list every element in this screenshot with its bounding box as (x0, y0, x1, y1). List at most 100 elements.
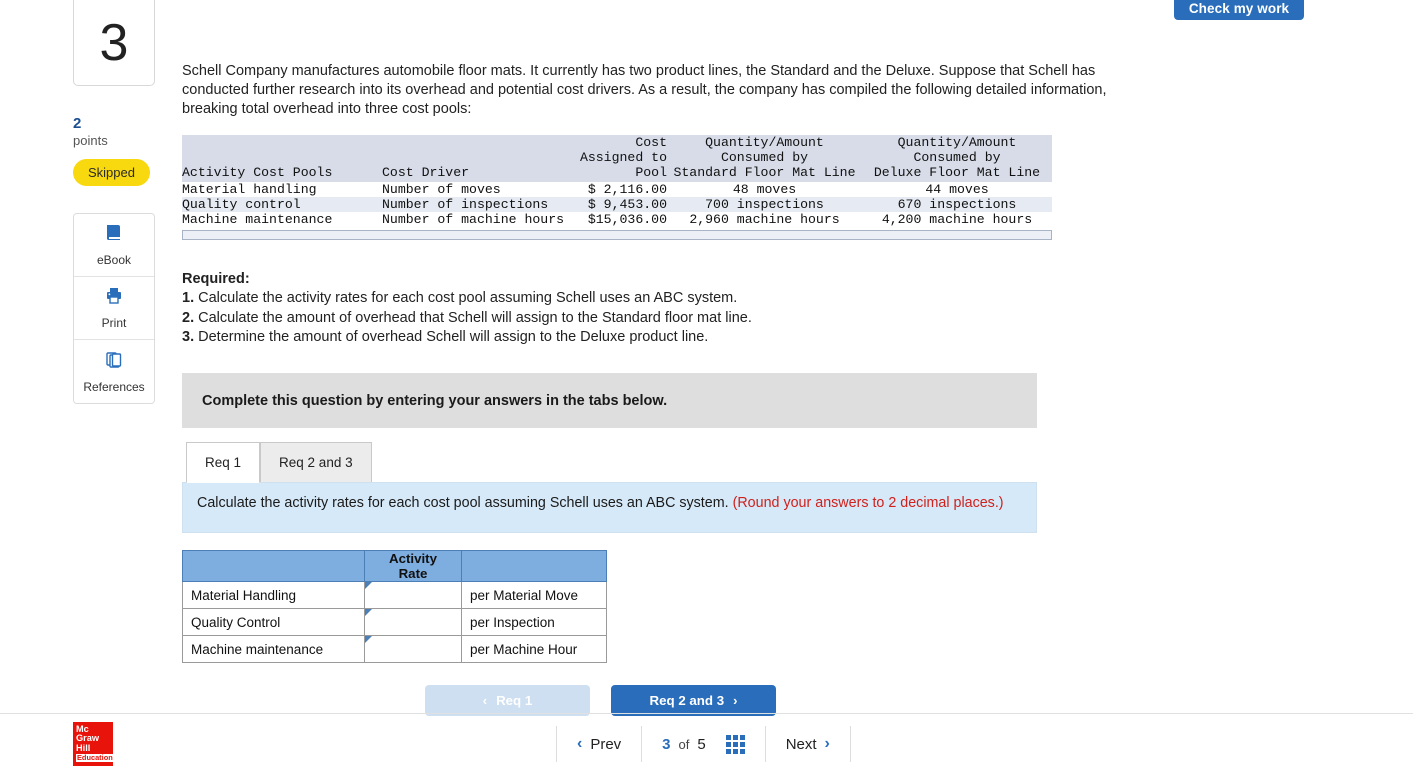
dt-h3-pools: Activity Cost Pools (182, 164, 382, 182)
next-page-label: Next (785, 735, 817, 753)
required-title: Required: (182, 270, 250, 287)
dt-r0-c1: Number of moves (382, 181, 501, 197)
chevron-right-icon: › (733, 693, 738, 709)
answer-row-0-input-cell[interactable] (364, 581, 462, 610)
table-row: Material Handling per Material Move (182, 581, 607, 610)
chevron-right-icon: › (824, 735, 830, 752)
print-label: Print (101, 316, 127, 331)
tab-req-2-and-3[interactable]: Req 2 and 3 (260, 442, 372, 483)
required-item-1-text: Calculate the activity rates for each co… (198, 290, 738, 307)
answer-row-1-input-cell[interactable] (364, 608, 462, 637)
dt-r1-c2: $ 9,453.00 (587, 196, 667, 212)
dt-h2-std: Consumed by (667, 149, 862, 165)
answer-row-2-input-cell[interactable] (364, 635, 462, 664)
answer-row-2-label: Machine maintenance (182, 635, 365, 664)
table-row: Quality control Number of inspections $ … (182, 196, 1052, 212)
current-page-number: 3 (662, 735, 671, 753)
dt-r2-c4: 4,200 machine hours (881, 211, 1033, 227)
table-row: Material handling Number of moves $ 2,11… (182, 181, 1052, 197)
answer-col-activity-rate: Activity Rate (364, 550, 462, 583)
grid-view-icon[interactable] (725, 734, 745, 754)
references-label: References (83, 379, 145, 394)
required-item-1: 1. Calculate the activity rates for each… (182, 289, 1182, 308)
answer-col-blank-right (461, 550, 607, 583)
question-body: Schell Company manufactures automobile f… (182, 0, 1182, 717)
dt-r2-c3: 2,960 machine hours (689, 211, 840, 227)
dt-r2-c2: $15,036.00 (587, 211, 667, 227)
question-number: 3 (73, 0, 155, 86)
check-my-work-button[interactable]: Check my work (1174, 0, 1304, 20)
complete-question-banner: Complete this question by entering your … (182, 373, 1037, 429)
required-item-2-num: 2. (182, 309, 195, 326)
footer-navigation: ‹ Prev 3 of 5 Next › (556, 722, 851, 766)
dt-h3-cost: Pool (567, 164, 667, 182)
activity-rate-input-material-handling[interactable] (373, 583, 453, 607)
ebook-button[interactable]: eBook (74, 214, 154, 278)
dt-h2-cost: Assigned to (567, 149, 667, 165)
answer-row-1-suffix: per Inspection (461, 608, 607, 637)
dt-r1-c3: 700 inspections (705, 196, 824, 212)
mcgraw-hill-logo: Mc Graw Hill Education (73, 722, 114, 766)
question-rail: 3 2 points Skipped eBook Print Reference… (73, 0, 155, 405)
logo-line-3: Hill (76, 742, 91, 753)
req-next-button[interactable]: Req 2 and 3 › (611, 685, 776, 717)
dt-h3-std: Standard Floor Mat Line (667, 164, 862, 182)
table-row: Machine maintenance Number of machine ho… (182, 211, 1052, 227)
validation-triangle-icon (365, 609, 372, 617)
tool-button-group: eBook Print References (73, 213, 155, 405)
copies-icon (104, 350, 124, 375)
next-page-button[interactable]: Next › (766, 722, 850, 766)
req-prev-button[interactable]: ‹ Req 1 (425, 685, 590, 717)
chevron-left-icon: ‹ (577, 735, 583, 752)
tab-req-1[interactable]: Req 1 (186, 442, 261, 484)
chevron-left-icon: ‹ (482, 693, 488, 709)
answer-col-blank-left (182, 550, 365, 583)
dt-r0-c0: Material handling (182, 181, 317, 197)
prev-page-label: Prev (590, 735, 622, 753)
table-row: Machine maintenance per Machine Hour (182, 635, 607, 664)
required-item-2-text: Calculate the amount of overhead that Sc… (198, 309, 752, 326)
prev-page-button[interactable]: ‹ Prev (557, 722, 641, 766)
question-page: Check my work 3 2 points Skipped eBook P… (0, 0, 1413, 772)
answer-row-2-suffix: per Machine Hour (461, 635, 607, 664)
requirement-tabs: Req 1 Req 2 and 3 (186, 442, 1182, 484)
dt-r0-c2: $ 2,116.00 (587, 181, 667, 197)
dt-r1-c1: Number of inspections (382, 196, 549, 212)
answer-row-1-label: Quality Control (182, 608, 365, 637)
book-icon (104, 223, 124, 248)
prompt-text: Calculate the activity rates for each co… (197, 495, 733, 512)
req-next-label: Req 2 and 3 (649, 693, 725, 709)
dt-r1-c0: Quality control (182, 196, 301, 212)
activity-rate-answer-table: Activity Rate Material Handling per Mate… (182, 550, 607, 664)
dt-r0-c3: 48 moves (732, 181, 797, 197)
ebook-label: eBook (96, 253, 132, 268)
dt-h2-dlx: Consumed by (862, 149, 1052, 165)
requirement-nav: ‹ Req 1 Req 2 and 3 › (425, 685, 1182, 717)
req-prev-label: Req 1 (496, 693, 533, 709)
required-item-3-text: Determine the amount of overhead Schell … (198, 328, 709, 345)
dt-h1-cost: Cost (567, 134, 667, 150)
status-badge: Skipped (73, 159, 150, 187)
footer-divider (0, 713, 1413, 714)
points-value: 2 (73, 115, 82, 132)
validation-triangle-icon (365, 582, 372, 590)
print-button[interactable]: Print (74, 277, 154, 341)
printer-icon (104, 286, 124, 311)
table-row: Quality Control per Inspection (182, 608, 607, 637)
references-button[interactable]: References (74, 340, 154, 404)
footer-divider-right (849, 726, 851, 762)
question-text: Schell Company manufactures automobile f… (182, 63, 1107, 117)
horizontal-scrollbar[interactable] (182, 229, 1052, 240)
of-label: of (678, 736, 690, 752)
dt-r2-c1: Number of machine hours (382, 211, 565, 227)
answer-row-0-suffix: per Material Move (461, 581, 607, 610)
dt-h1-std: Quantity/Amount (667, 134, 862, 150)
required-section: Required: 1. Calculate the activity rate… (182, 270, 1182, 347)
activity-rate-input-machine-maintenance[interactable] (373, 637, 453, 661)
dt-h3-dlx: Deluxe Floor Mat Line (862, 164, 1052, 182)
validation-triangle-icon (365, 636, 372, 644)
activity-rate-input-quality-control[interactable] (373, 610, 453, 634)
requirement-prompt: Calculate the activity rates for each co… (182, 482, 1037, 534)
page-indicator: 3 of 5 (642, 722, 765, 766)
dt-r0-c4: 44 moves (925, 181, 989, 197)
